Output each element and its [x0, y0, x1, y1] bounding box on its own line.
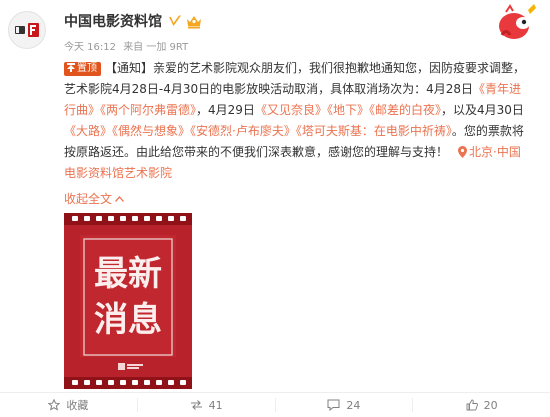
repost-count: 41	[208, 398, 223, 412]
avatar[interactable]	[8, 11, 46, 49]
film-link[interactable]: 《又见奈良》	[255, 103, 327, 117]
star-icon	[48, 399, 61, 411]
pin-icon	[67, 63, 75, 72]
member-badge-icon[interactable]	[185, 14, 203, 29]
cfa-logo-icon	[10, 13, 44, 47]
film-link[interactable]: 《地下》	[327, 103, 369, 117]
repost-button[interactable]: 41	[138, 398, 276, 412]
poster-line-2: 消息	[94, 300, 162, 340]
repost-icon	[190, 400, 202, 410]
post-body-sep: ，以及4月30日	[440, 103, 524, 117]
favorite-label: 收藏	[66, 399, 89, 412]
favorite-button[interactable]: 收藏	[0, 398, 138, 412]
post-source: 来自 一加 9RT	[123, 42, 189, 53]
comment-count: 24	[346, 398, 361, 412]
comment-button[interactable]: 24	[276, 398, 414, 412]
mascot-icon	[499, 4, 536, 39]
post-meta: 今天 16:12 来自 一加 9RT	[64, 38, 192, 53]
thumbs-up-icon	[466, 399, 478, 411]
post-content: 置顶 【通知】亲爱的艺术影院观众朋友们，我们很抱歉地通知您，因防疫要求调整，艺术影…	[64, 58, 528, 184]
collapse-button[interactable]: 收起全文	[64, 190, 125, 207]
film-link[interactable]: 《大路》	[64, 124, 112, 138]
poster-line-1: 最新	[94, 254, 162, 294]
film-link[interactable]: 《两个阿尔弗雷德》	[100, 103, 196, 117]
notice-tag: 【通知】	[105, 61, 154, 75]
location-pin-icon	[458, 146, 468, 158]
poster-logo-icon	[118, 363, 125, 370]
chevron-up-icon	[115, 195, 125, 202]
film-link[interactable]: 《塔可夫斯基：在电影中祈祷》	[296, 124, 452, 138]
post-time[interactable]: 今天 16:12	[64, 42, 116, 53]
verified-icon	[169, 15, 181, 26]
news-poster-image[interactable]: 最新 消息	[64, 213, 192, 389]
film-link[interactable]: 《偶然与想象》	[112, 124, 190, 138]
post-body-sep: ，4月29日	[196, 103, 255, 117]
film-link[interactable]: 《安德烈·卢布廖夫》	[190, 124, 296, 138]
like-count: 20	[483, 398, 498, 412]
pinned-badge: 置顶	[64, 62, 101, 76]
comment-icon	[327, 399, 340, 411]
action-bar: 收藏 41 24 20	[0, 392, 550, 417]
film-link[interactable]: 《邮差的白夜》	[369, 103, 441, 117]
like-button[interactable]: 20	[413, 398, 550, 412]
account-name[interactable]: 中国电影资料馆	[64, 11, 162, 31]
collapse-label: 收起全文	[64, 192, 113, 206]
